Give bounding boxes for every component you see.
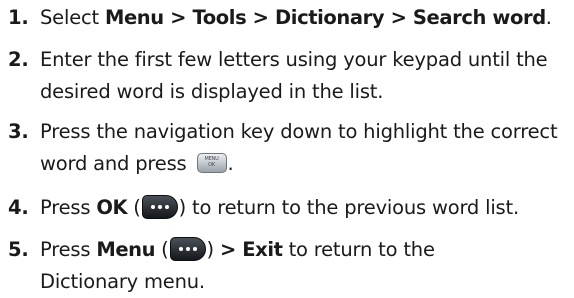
step-text: Press Menu () > Exit to return to the Di… bbox=[40, 236, 435, 293]
soft-key-icon bbox=[141, 194, 178, 219]
step-number: 2. bbox=[8, 48, 29, 71]
menu-ok-key-icon: MENU OK bbox=[196, 152, 227, 173]
step-text: Press OK () to return to the previous wo… bbox=[40, 194, 519, 219]
step-number: 4. bbox=[8, 196, 29, 219]
step-text: Select Menu > Tools > Dictionary > Searc… bbox=[40, 6, 552, 29]
soft-key-icon bbox=[169, 236, 206, 261]
step-number: 3. bbox=[8, 120, 29, 143]
step-number: 1. bbox=[8, 6, 29, 29]
step-text: Enter the first few letters using your k… bbox=[40, 48, 548, 103]
step-text: Press the navigation key down to highlig… bbox=[40, 120, 558, 175]
step-number: 5. bbox=[8, 238, 29, 261]
menu-path: Menu > Tools > Dictionary > Search word bbox=[104, 6, 546, 29]
